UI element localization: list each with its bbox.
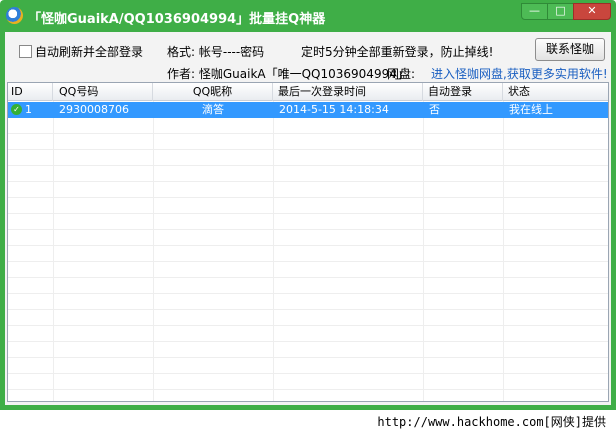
column-header-last-login[interactable]: 最后一次登录时间 [273, 83, 423, 101]
grid-column-line [423, 101, 424, 401]
cell-nickname: 滴答 [202, 103, 224, 116]
footer: http://www.hackhome.com[网侠]提供 [0, 410, 616, 435]
online-check-icon: ✓ [11, 104, 22, 115]
grid-row-line [8, 374, 608, 390]
grid-row-line [8, 342, 608, 358]
cell-auto-login: 否 [429, 103, 440, 116]
author-info: 作者: 怪咖GuaikA「唯一QQ1036904994」 [167, 67, 409, 81]
column-header-id[interactable]: ID [8, 83, 53, 101]
grid-column-line [503, 101, 504, 401]
cell-id: 1 [25, 103, 32, 116]
account-list[interactable]: ID QQ号码 QQ昵称 最后一次登录时间 自动登录 状态 ✓ 1 293000… [7, 82, 609, 402]
grid-column-line [53, 101, 54, 401]
close-button[interactable]: ✕ [573, 3, 611, 20]
grid-row-line [8, 118, 608, 134]
grid-row-line [8, 390, 608, 401]
grid-row-line [8, 262, 608, 278]
app-window: 「怪咖GuaikA/QQ1036904994」批量挂Q神器 — □ ✕ 自动刷新… [0, 0, 616, 410]
column-header-nickname[interactable]: QQ昵称 [153, 83, 273, 101]
disk-link[interactable]: 进入怪咖网盘,获取更多实用软件! [431, 65, 608, 82]
title-bar[interactable]: 「怪咖GuaikA/QQ1036904994」批量挂Q神器 — □ ✕ [0, 0, 616, 32]
cell-last-login: 2014-5-15 14:18:34 [279, 103, 389, 116]
grid-row-line [8, 134, 608, 150]
minimize-button[interactable]: — [521, 3, 548, 20]
auto-refresh-label: 自动刷新并全部登录 [35, 45, 144, 59]
column-header-auto-login[interactable]: 自动登录 [423, 83, 503, 101]
column-header-qq[interactable]: QQ号码 [53, 83, 153, 101]
grid-row-line [8, 182, 608, 198]
auto-refresh-checkbox[interactable]: 自动刷新并全部登录 [19, 43, 143, 60]
grid-row-line [8, 246, 608, 262]
format-hint: 格式: 帐号----密码 [167, 45, 265, 59]
window-title: 「怪咖GuaikA/QQ1036904994」批量挂Q神器 [28, 12, 326, 27]
grid-row-line [8, 294, 608, 310]
grid-row-line [8, 358, 608, 374]
table-row[interactable]: ✓ 1 2930008706 滴答 2014-5-15 14:18:34 否 我… [8, 102, 608, 118]
maximize-button[interactable]: □ [547, 3, 574, 20]
grid-row-line [8, 230, 608, 246]
disk-label: 网盘: [387, 67, 416, 81]
grid-row-line [8, 150, 608, 166]
client-area: 自动刷新并全部登录 格式: 帐号----密码 定时5分钟全部重新登录，防止掉线!… [5, 32, 611, 405]
timer-hint: 定时5分钟全部重新登录，防止掉线! [301, 45, 494, 59]
cell-qq: 2930008706 [59, 103, 129, 116]
grid-row-line [8, 278, 608, 294]
grid-row-line [8, 214, 608, 230]
grid-row-line [8, 310, 608, 326]
app-logo-icon [6, 7, 23, 24]
grid-row-line [8, 326, 608, 342]
checkbox-box[interactable] [19, 45, 32, 58]
grid-row-line [8, 198, 608, 214]
grid-column-line [273, 101, 274, 401]
footer-credit: http://www.hackhome.com[网侠]提供 [377, 415, 606, 429]
grid-row-line [8, 166, 608, 182]
cell-status: 我在线上 [509, 103, 553, 116]
list-header: ID QQ号码 QQ昵称 最后一次登录时间 自动登录 状态 [8, 83, 608, 101]
grid-column-line [153, 101, 154, 401]
column-header-status[interactable]: 状态 [503, 83, 608, 101]
contact-button[interactable]: 联系怪咖 [535, 38, 605, 61]
